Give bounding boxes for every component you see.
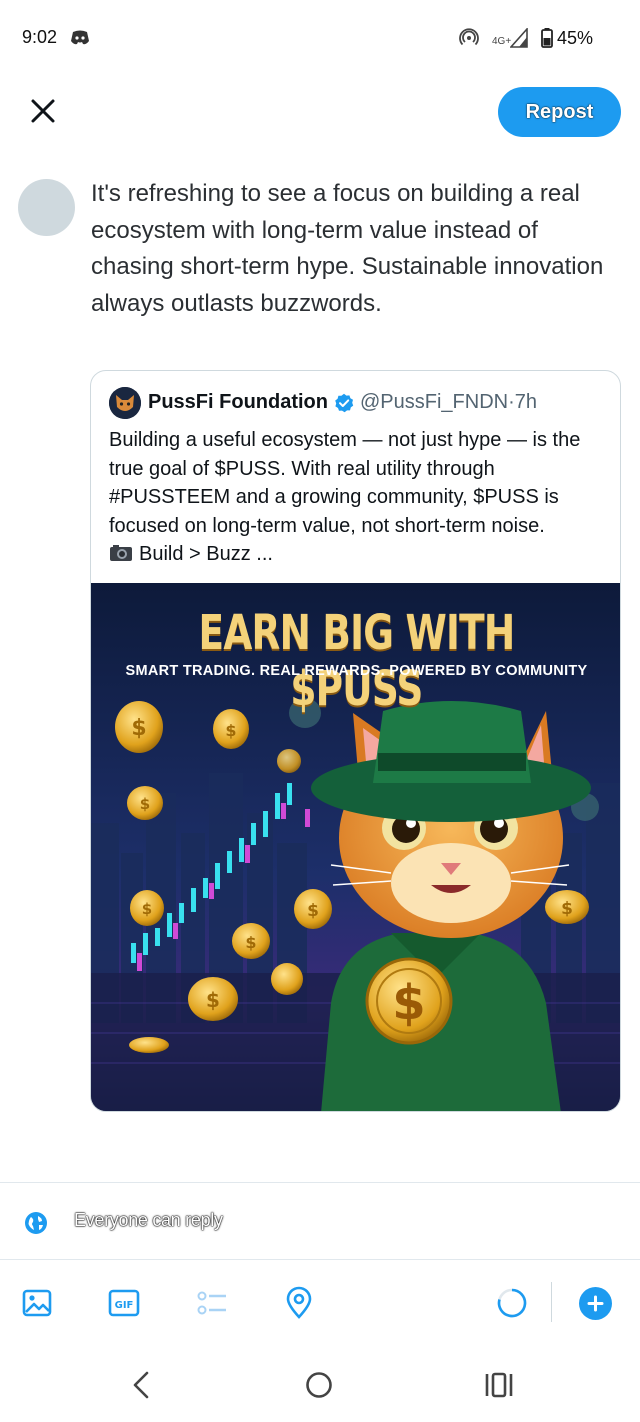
- character-count-ring: [495, 1286, 529, 1320]
- quote-media-image[interactable]: $ $ $ $ $ $ $ $ $ EARN BIG WITH $PUSS SM…: [91, 583, 620, 1111]
- image-icon: [22, 1289, 52, 1317]
- add-thread-button[interactable]: [579, 1287, 612, 1320]
- svg-text:$: $: [561, 899, 573, 919]
- close-button[interactable]: [26, 94, 60, 128]
- battery-percent: 45%: [557, 28, 594, 48]
- quote-author-name: PussFi Foundation: [148, 391, 328, 413]
- gif-icon: GIF: [108, 1289, 140, 1317]
- quote-body-text: Building a useful ecosystem — not just h…: [109, 429, 581, 537]
- divider: [0, 1259, 640, 1260]
- quote-header: PussFi Foundation @PussFi_FNDN · 7h: [148, 391, 537, 414]
- camera-icon: [110, 545, 132, 561]
- home-icon[interactable]: [305, 1371, 333, 1399]
- svg-text:$: $: [140, 795, 150, 813]
- battery-icon: [541, 28, 553, 48]
- add-gif-button[interactable]: GIF: [107, 1286, 141, 1320]
- quote-body-tail: Build > Buzz ...: [139, 543, 273, 565]
- toolbar-separator: [551, 1282, 552, 1322]
- add-location-button[interactable]: [282, 1286, 316, 1320]
- divider: [0, 1182, 640, 1183]
- quote-author-handle: @PussFi_FNDN: [360, 391, 509, 413]
- svg-text:$: $: [206, 988, 220, 1012]
- quote-separator: ·: [508, 391, 515, 413]
- network-type: 4G+: [492, 36, 512, 47]
- add-icon: [587, 1295, 604, 1312]
- back-icon[interactable]: [126, 1368, 156, 1402]
- quote-body: Building a useful ecosystem — not just h…: [109, 426, 609, 569]
- svg-text:$: $: [307, 901, 319, 921]
- media-title: EARN BIG WITH $PUSS: [198, 605, 516, 717]
- repost-button[interactable]: Repost: [498, 87, 621, 137]
- location-icon: [286, 1286, 312, 1319]
- svg-text:$: $: [225, 721, 236, 740]
- add-image-button[interactable]: [20, 1286, 54, 1320]
- media-subtitle: SMART TRADING. REAL REWARDS. POWERED BY …: [125, 663, 588, 679]
- reply-setting-button[interactable]: Everyone can reply: [74, 1210, 223, 1231]
- recent-apps-icon[interactable]: [484, 1372, 514, 1398]
- svg-text:$: $: [142, 900, 152, 918]
- status-time: 9:02: [22, 27, 58, 47]
- user-avatar[interactable]: [18, 179, 75, 236]
- compose-text-input[interactable]: It's refreshing to see a focus on buildi…: [91, 176, 611, 322]
- svg-text:GIF: GIF: [115, 1300, 134, 1311]
- quote-author-avatar: [109, 387, 141, 419]
- status-bar: 9:02 4G+ 45%: [0, 0, 640, 78]
- svg-text:$: $: [245, 933, 256, 952]
- svg-text:$: $: [131, 716, 146, 741]
- hotspot-icon: [459, 28, 479, 46]
- globe-icon[interactable]: [24, 1211, 48, 1235]
- svg-text:$: $: [392, 975, 425, 1031]
- verified-icon: [335, 393, 354, 412]
- signal-icon: 4G+: [490, 26, 530, 50]
- discord-icon: [71, 30, 89, 45]
- add-poll-button: [195, 1286, 229, 1320]
- close-icon: [31, 99, 55, 123]
- progress-ring: [497, 1288, 527, 1318]
- poll-icon: [197, 1291, 226, 1315]
- quoted-post-card[interactable]: PussFi Foundation @PussFi_FNDN · 7h Buil…: [90, 370, 621, 1112]
- quote-timestamp: 7h: [514, 391, 538, 413]
